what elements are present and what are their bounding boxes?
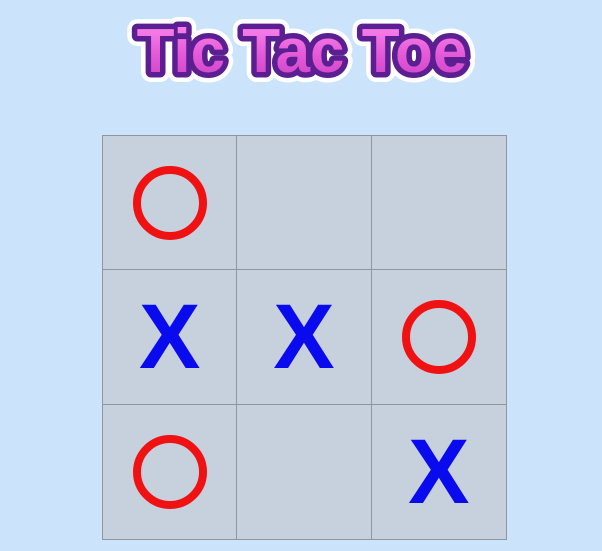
title-logo-art: Tic Tac Toe Tic Tac Toe Tic Tac Toe xyxy=(127,7,478,96)
x-mark: X xyxy=(273,285,335,388)
game-board: XXX xyxy=(102,135,507,540)
board-cell-r3-c2[interactable] xyxy=(237,404,372,539)
o-mark xyxy=(132,165,207,240)
o-mark xyxy=(401,299,476,374)
board-cell-r1-c3[interactable] xyxy=(371,136,506,271)
x-mark: X xyxy=(408,420,470,523)
board-cell-r1-c1[interactable] xyxy=(103,136,238,271)
board-cell-r3-c1[interactable] xyxy=(103,404,238,539)
board-cell-r2-c1[interactable]: X xyxy=(103,270,238,405)
x-mark: X xyxy=(138,285,201,388)
board-cell-r1-c2[interactable] xyxy=(237,136,372,271)
board-cell-r3-c3[interactable]: X xyxy=(372,405,506,539)
title-text: Tic Tac Toe xyxy=(137,17,468,86)
o-mark xyxy=(132,434,207,509)
board-cell-r2-c2[interactable]: X xyxy=(237,270,372,405)
game-title-logo: Tic Tac Toe Tic Tac Toe Tic Tac Toe xyxy=(92,0,512,100)
board-cell-r2-c3[interactable] xyxy=(371,270,506,405)
